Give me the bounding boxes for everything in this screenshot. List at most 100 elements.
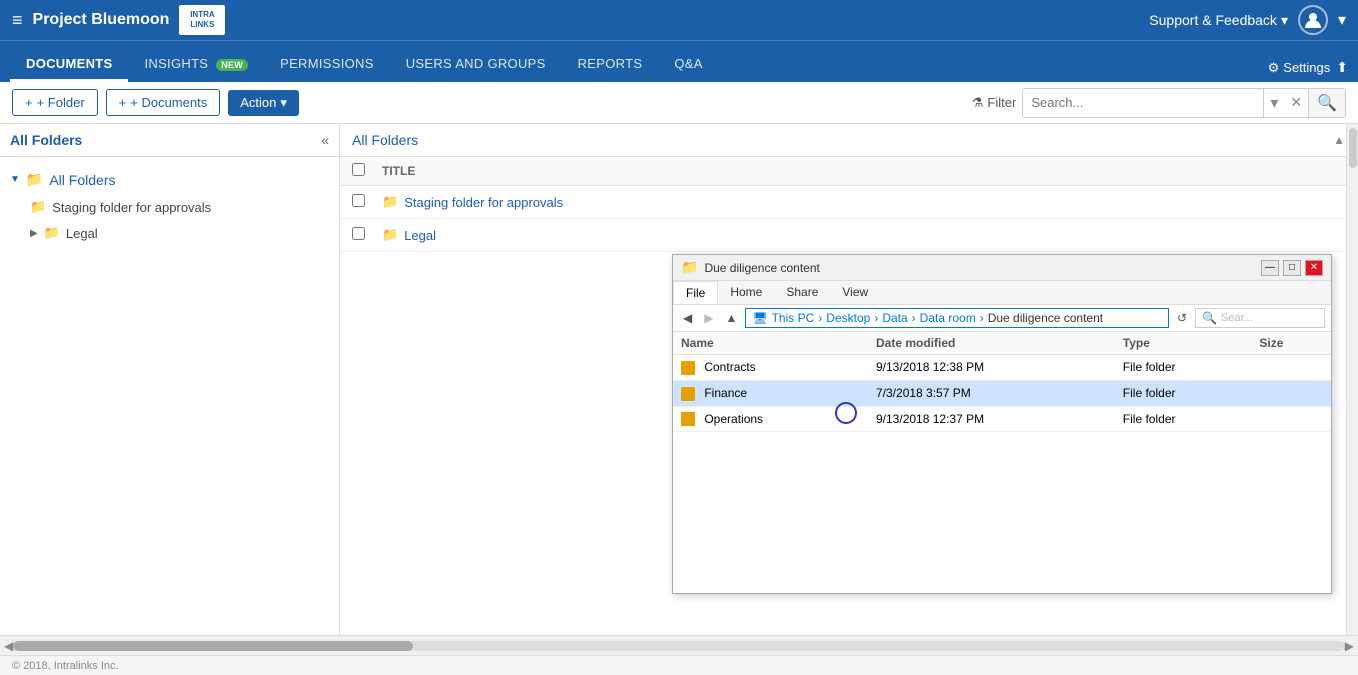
file-date-operations: 9/13/2018 12:37 PM [868,406,1115,432]
file-row-operations[interactable]: Operations 9/13/2018 12:37 PM File folde… [673,406,1331,432]
top-navigation: ≡ Project Bluemoon INTRA LINKS Support &… [0,0,1358,40]
back-button[interactable]: ◀ [679,309,696,327]
tab-insights-label: INSIGHTS [144,56,208,71]
tree-expand-icon: ▼ [10,174,20,185]
minimize-button[interactable]: — [1261,260,1279,276]
sub-navigation: DOCUMENTS INSIGHTS new PERMISSIONS USERS… [0,40,1358,82]
explorer-ribbon: File Home Share View [673,281,1331,305]
collapse-icon[interactable]: ⬆ [1336,59,1348,76]
legal-folder-row[interactable]: 📁 Legal [382,227,1345,243]
vertical-scrollbar[interactable] [1346,124,1358,635]
support-feedback-label: Support & Feedback [1149,12,1277,28]
tab-permissions[interactable]: PERMISSIONS [264,48,390,82]
checkbox-staging[interactable] [352,194,365,207]
toolbar-left: + + Folder + + Documents Action ▾ [12,89,299,116]
filter-icon: ⚗ [972,95,984,111]
add-folder-label: + Folder [37,95,85,110]
support-feedback-button[interactable]: Support & Feedback ▾ [1149,12,1288,29]
doc-list-header: All Folders ▲ [340,124,1357,157]
col-name-header: Name [673,332,868,355]
sub-nav-right: ⚙ Settings ⬆ [1258,59,1358,82]
sidebar-item-staging[interactable]: 📁 Staging folder for approvals [0,194,339,220]
toolbar: + + Folder + + Documents Action ▾ ⚗ Filt… [0,82,1358,124]
tab-documents[interactable]: DOCUMENTS [10,48,128,82]
explorer-title-bar: 📁 Due diligence content — □ ✕ [673,255,1331,281]
file-table-header: Name Date modified Type Size [673,332,1331,355]
sidebar-collapse-button[interactable]: « [321,132,329,148]
sidebar-header: All Folders « [0,124,339,157]
table-row[interactable]: 📁 Legal [340,219,1357,252]
breadcrumb: All Folders [352,132,418,148]
sidebar: All Folders « ▼ 📁 All Folders 📁 Staging … [0,124,340,635]
explorer-search-placeholder: Sear... [1221,312,1253,324]
tab-qa[interactable]: Q&A [658,48,718,82]
top-nav-right: Support & Feedback ▾ ▾ [1149,5,1346,35]
maximize-button[interactable]: □ [1283,260,1301,276]
add-documents-button[interactable]: + + Documents [106,89,221,116]
up-button[interactable]: ▲ [721,309,741,327]
file-row-finance[interactable]: Finance 7/3/2018 3:57 PM File folder [673,380,1331,406]
scrollbar-track[interactable] [13,641,1345,651]
close-button[interactable]: ✕ [1305,260,1323,276]
toolbar-right: ⚗ Filter ▾ ✕ 🔍 [972,88,1346,118]
search-dropdown-icon[interactable]: ▾ [1263,89,1284,117]
top-nav-left: ≡ Project Bluemoon INTRA LINKS [12,5,225,35]
explorer-folder-icon: 📁 [681,259,698,276]
sidebar-title: All Folders [10,132,82,148]
ribbon-tab-home[interactable]: Home [718,281,774,304]
tab-insights[interactable]: INSIGHTS new [128,48,264,82]
scroll-left-icon[interactable]: ◀ [4,639,13,653]
bottom-scrollbar[interactable]: ◀ ▶ [0,635,1358,655]
settings-label: Settings [1283,60,1330,75]
search-submit-icon[interactable]: 🔍 [1308,89,1345,117]
select-all-checkbox[interactable] [352,163,365,176]
file-name-operations: Operations [673,406,868,432]
sort-icon[interactable]: ▲ [1333,133,1345,147]
file-size-contracts [1251,355,1331,381]
address-path[interactable]: 🖥 This PC › Desktop › Data › Data room ›… [745,308,1169,328]
forward-button[interactable]: ▶ [700,309,717,327]
pc-icon: 🖥 [752,311,767,325]
ribbon-tab-share[interactable]: Share [774,281,830,304]
action-button[interactable]: Action ▾ [228,90,299,116]
user-dropdown-icon[interactable]: ▾ [1338,10,1346,30]
settings-button[interactable]: ⚙ Settings [1268,60,1331,76]
doc-plus-icon: + [119,95,127,110]
table-row[interactable]: 📁 Staging folder for approvals [340,186,1357,219]
search-clear-icon[interactable]: ✕ [1284,90,1308,115]
logo-text: INTRA LINKS [190,10,214,29]
doc-table-header: TITLE [340,157,1357,186]
sidebar-item-legal[interactable]: ▶ 📁 Legal [0,220,339,246]
ribbon-tabs: File Home Share View [673,281,1331,304]
row-checkbox-staging [352,194,382,210]
scroll-right-icon[interactable]: ▶ [1345,639,1354,653]
scrollbar-thumb[interactable] [13,641,412,651]
explorer-search-box[interactable]: 🔍 Sear... [1195,308,1325,328]
col-date-header: Date modified [868,332,1115,355]
hamburger-icon[interactable]: ≡ [12,10,23,31]
filter-button[interactable]: ⚗ Filter [972,95,1017,111]
staging-row-label: Staging folder for approvals [404,195,563,210]
refresh-button[interactable]: ↺ [1173,309,1191,327]
ribbon-tab-file[interactable]: File [673,281,718,304]
tab-users-groups-label: USERS AND GROUPS [406,56,546,71]
file-row-contracts[interactable]: Contracts 9/13/2018 12:38 PM File folder [673,355,1331,381]
checkbox-legal[interactable] [352,227,365,240]
tab-documents-label: DOCUMENTS [26,56,112,71]
folder-icon: 📁 [382,227,398,243]
insights-badge: new [216,59,248,71]
add-folder-button[interactable]: + + Folder [12,89,98,116]
file-table: Name Date modified Type Size Contracts 9… [673,332,1331,432]
tree-root-label: All Folders [49,172,115,188]
ribbon-tab-view[interactable]: View [830,281,880,304]
tab-reports[interactable]: REPORTS [562,48,659,82]
logo-box: INTRA LINKS [179,5,225,35]
sidebar-item-all-folders[interactable]: ▼ 📁 All Folders [0,165,339,194]
file-date-contracts: 9/13/2018 12:38 PM [868,355,1115,381]
file-size-operations [1251,406,1331,432]
search-input[interactable] [1023,91,1263,114]
folder-icon: 📁 [382,194,398,210]
tab-users-groups[interactable]: USERS AND GROUPS [390,48,562,82]
user-avatar[interactable] [1298,5,1328,35]
staging-folder-row[interactable]: 📁 Staging folder for approvals [382,194,1345,210]
